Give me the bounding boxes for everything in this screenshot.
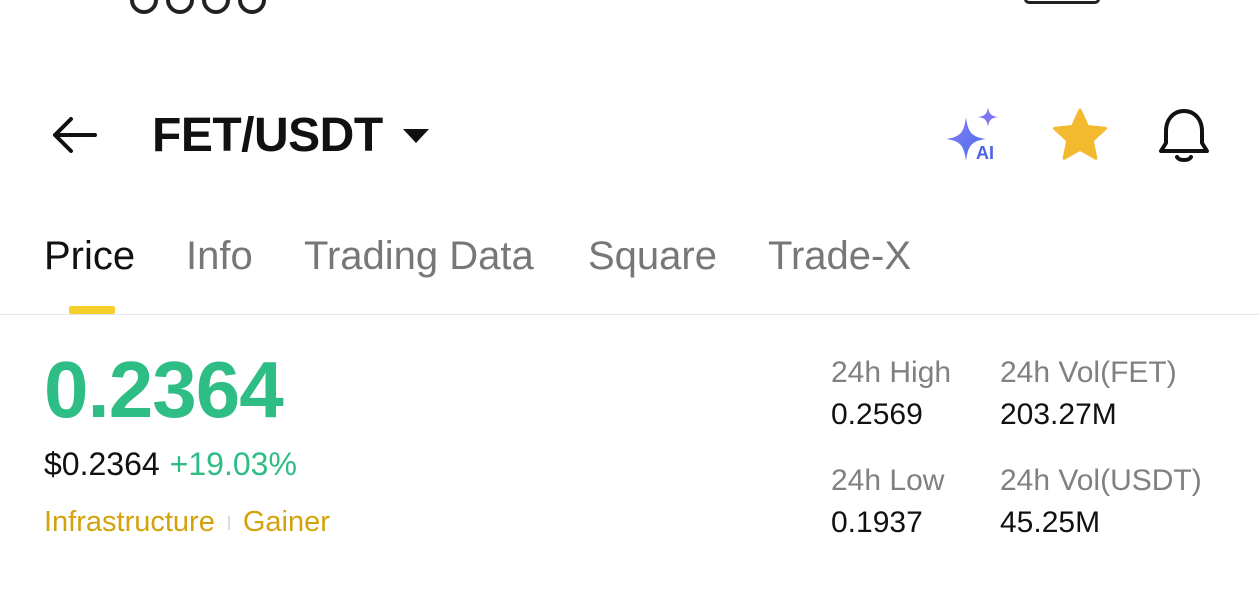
tab-trade-x[interactable]: Trade-X xyxy=(768,234,911,279)
tab-info[interactable]: Info xyxy=(186,234,253,279)
chevron-down-icon xyxy=(402,129,429,143)
tab-trading-data[interactable]: Trading Data xyxy=(304,234,534,279)
arrow-left-icon xyxy=(53,117,97,153)
usd-price-row: $0.2364 +19.03% xyxy=(44,446,297,483)
signal-indicator xyxy=(130,0,340,14)
ai-badge-text: AI xyxy=(976,143,994,163)
pair-header: FET/USDT AI xyxy=(0,95,1259,175)
tag-infrastructure[interactable]: Infrastructure xyxy=(44,506,215,539)
pair-selector[interactable]: FET/USDT xyxy=(152,107,429,163)
active-tab-indicator xyxy=(69,306,115,314)
ai-sparkle-icon: AI xyxy=(946,107,998,163)
low-24h-value: 0.1937 xyxy=(831,506,923,539)
tag-list: Infrastructure Gainer xyxy=(44,506,330,539)
ai-assistant-button[interactable]: AI xyxy=(940,103,1010,167)
high-24h-value: 0.2569 xyxy=(831,398,923,431)
tag-gainer[interactable]: Gainer xyxy=(243,506,330,539)
pair-title: FET/USDT xyxy=(152,108,383,162)
star-icon xyxy=(1053,108,1107,160)
favorite-button[interactable] xyxy=(1048,105,1112,165)
divider xyxy=(0,314,1259,315)
last-price: 0.2364 xyxy=(44,345,284,434)
tab-bar: Price Info Trading Data Square Trade-X xyxy=(0,226,1259,316)
tab-square[interactable]: Square xyxy=(588,234,717,279)
tag-separator xyxy=(227,515,230,530)
tab-price[interactable]: Price xyxy=(44,234,135,279)
price-alert-button[interactable] xyxy=(1152,103,1216,167)
low-24h-label: 24h Low xyxy=(831,464,945,497)
vol-base-24h-label: 24h Vol(FET) xyxy=(1000,356,1177,389)
status-bar xyxy=(0,0,1259,14)
vol-base-24h-value: 203.27M xyxy=(1000,398,1117,431)
usd-price: $0.2364 xyxy=(44,446,160,482)
back-button[interactable] xyxy=(44,109,104,161)
battery-icon xyxy=(1024,0,1100,4)
price-change-percent: +19.03% xyxy=(169,446,297,482)
bell-icon xyxy=(1159,109,1209,162)
high-24h-label: 24h High xyxy=(831,356,952,389)
vol-quote-24h-value: 45.25M xyxy=(1000,506,1101,539)
vol-quote-24h-label: 24h Vol(USDT) xyxy=(1000,464,1202,497)
